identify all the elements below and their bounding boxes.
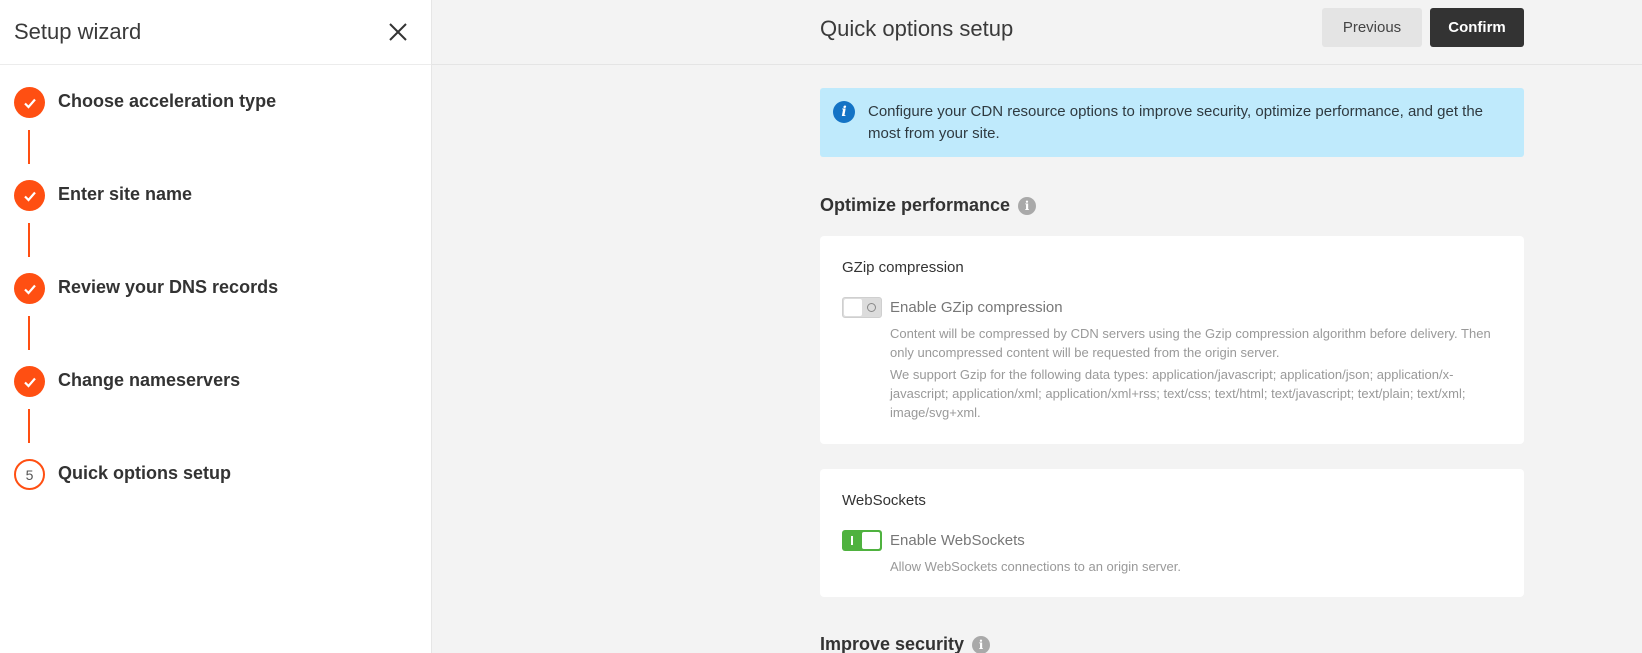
section-title-text: Optimize performance [820, 195, 1011, 215]
gzip-toggle[interactable] [842, 297, 882, 318]
wizard-step-label: Review your DNS records [58, 277, 279, 297]
wizard-step-label: Choose acceleration type [58, 91, 277, 111]
section-title-optimize: Optimize performance i [820, 195, 1524, 216]
check-icon [14, 87, 45, 118]
websockets-card: WebSockets Enable WebSockets Allow WebSo… [820, 469, 1524, 597]
websockets-toggle-row: Enable WebSockets [842, 530, 1502, 551]
websockets-toggle-label: Enable WebSockets [890, 532, 1025, 549]
websockets-description: Allow WebSockets connections to an origi… [890, 559, 1181, 574]
gzip-toggle-label: Enable GZip compression [890, 299, 1063, 316]
step-connector [28, 223, 30, 257]
wizard-step-label: Quick options setup [58, 463, 232, 483]
sidebar-title: Setup wizard [14, 19, 142, 44]
close-icon[interactable] [388, 22, 408, 42]
main-header: Quick options setup Previous Confirm [432, 0, 1642, 65]
step-connector [28, 130, 30, 164]
wizard-step-label: Change nameservers [58, 370, 241, 390]
gzip-description: Content will be compressed by CDN server… [890, 326, 1491, 360]
wizard-step-2[interactable]: Enter site name [14, 180, 431, 273]
check-icon [14, 366, 45, 397]
sidebar-header: Setup wizard [0, 0, 431, 65]
check-icon [14, 180, 45, 211]
gzip-toggle-row: Enable GZip compression [842, 297, 1502, 318]
gzip-card: GZip compression Enable GZip compression… [820, 236, 1524, 444]
section-title-security: Improve security i [820, 634, 1524, 653]
help-icon[interactable]: i [972, 635, 991, 653]
confirm-button[interactable]: Confirm [1430, 8, 1524, 47]
wizard-step-3[interactable]: Review your DNS records [14, 273, 431, 366]
page-title: Quick options setup [820, 16, 1014, 41]
check-icon [14, 273, 45, 304]
step-connector [28, 409, 30, 443]
wizard-step-1[interactable]: Choose acceleration type [14, 87, 431, 180]
websockets-toggle[interactable] [842, 530, 882, 551]
wizard-step-5[interactable]: 5 Quick options setup [14, 459, 431, 499]
card-title: GZip compression [842, 259, 964, 276]
info-banner: i Configure your CDN resource options to… [820, 88, 1524, 157]
info-icon: i [833, 101, 855, 123]
card-title: WebSockets [842, 492, 926, 509]
wizard-step-4[interactable]: Change nameservers [14, 366, 431, 459]
options-content: i Configure your CDN resource options to… [820, 88, 1524, 653]
step-number: 5 [14, 459, 45, 490]
main-panel: Quick options setup Previous Confirm i C… [432, 0, 1642, 653]
step-connector [28, 316, 30, 350]
close-button[interactable] [385, 19, 411, 45]
info-text: Configure your CDN resource options to i… [868, 103, 1484, 142]
wizard-steps: Choose acceleration type Enter site name… [0, 65, 431, 499]
gzip-data-types: We support Gzip for the following data t… [890, 367, 1466, 420]
previous-button[interactable]: Previous [1322, 8, 1422, 47]
sidebar: Setup wizard Choose acceleration type En… [0, 0, 432, 653]
help-icon[interactable]: i [1018, 196, 1037, 215]
wizard-step-label: Enter site name [58, 184, 193, 204]
section-title-text: Improve security [820, 634, 965, 653]
